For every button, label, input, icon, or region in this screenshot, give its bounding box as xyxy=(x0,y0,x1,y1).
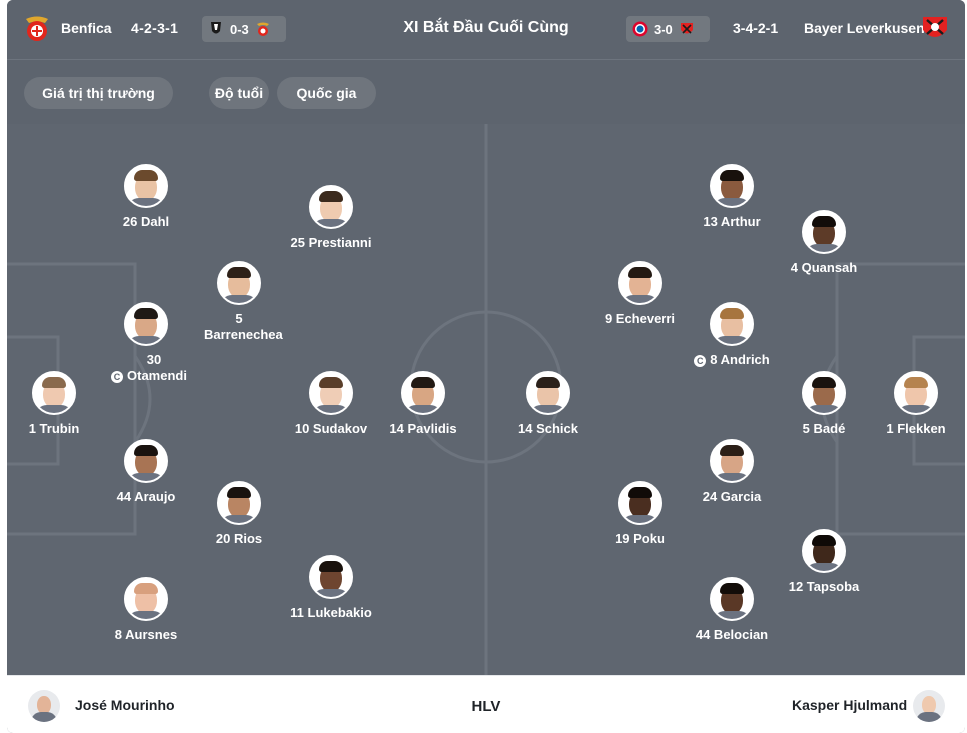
player-away-flekken[interactable]: 1 Flekken xyxy=(861,371,965,437)
player-avatar xyxy=(309,555,353,599)
player-away-belocian[interactable]: 44 Belocian xyxy=(677,577,787,643)
player-avatar xyxy=(710,439,754,483)
filter-market-value-button[interactable]: Giá trị thị trường xyxy=(24,77,173,109)
player-avatar xyxy=(802,371,846,415)
away-last-result[interactable]: 3-0 xyxy=(626,16,710,42)
player-name: 44 Belocian xyxy=(695,627,769,642)
player-avatar xyxy=(309,371,353,415)
player-avatar xyxy=(710,164,754,208)
player-avatar xyxy=(32,371,76,415)
captain-icon: C xyxy=(694,355,707,367)
player-away-quansah[interactable]: 4 Quansah xyxy=(769,210,879,276)
player-avatar xyxy=(526,371,570,415)
player-name: 5 Barrenechea xyxy=(204,311,283,342)
player-home-dahl[interactable]: 26 Dahl xyxy=(91,164,201,230)
leverkusen-crest-icon xyxy=(680,23,693,34)
player-avatar xyxy=(618,481,662,525)
player-name: 14 Pavlidis xyxy=(389,421,457,436)
player-home-lukebakio[interactable]: 11 Lukebakio xyxy=(276,555,386,621)
player-home-aursnes[interactable]: 8 Aursnes xyxy=(91,577,201,643)
player-avatar xyxy=(124,577,168,621)
away-team-name[interactable]: Bayer Leverkusen xyxy=(804,20,925,36)
lineup-header: Benfica 4-2-3-1 0-3 XI Bắt Đầu Cuối Cùng… xyxy=(7,0,965,60)
bayern-crest-icon xyxy=(632,21,648,37)
player-name: 19 Poku xyxy=(615,531,665,546)
player-avatar xyxy=(710,577,754,621)
player-home-pavlidis[interactable]: 14 Pavlidis xyxy=(368,371,478,437)
player-avatar xyxy=(124,302,168,346)
player-away-schick[interactable]: 14 Schick xyxy=(493,371,603,437)
away-formation: 3-4-2-1 xyxy=(733,20,779,36)
player-name: 25 Prestianni xyxy=(290,235,372,250)
pitch: 26 Dahl 25 Prestianni 5 Barrenechea C30 … xyxy=(7,124,965,675)
player-avatar xyxy=(618,261,662,305)
filter-age-button[interactable]: Độ tuổi xyxy=(209,77,269,109)
lineup-card: Benfica 4-2-3-1 0-3 XI Bắt Đầu Cuối Cùng… xyxy=(7,0,965,733)
player-name: 8 Aursnes xyxy=(114,627,178,642)
player-name: 11 Lukebakio xyxy=(290,605,372,620)
player-avatar xyxy=(802,529,846,573)
player-away-poku[interactable]: 19 Poku xyxy=(585,481,695,547)
player-avatar xyxy=(124,439,168,483)
player-avatar xyxy=(894,371,938,415)
leverkusen-crest-icon xyxy=(923,17,947,37)
player-avatar xyxy=(710,302,754,346)
player-name: 20 Rios xyxy=(215,531,263,546)
player-home-prestianni[interactable]: 25 Prestianni xyxy=(276,185,386,251)
player-name: 1 Flekken xyxy=(886,421,946,436)
player-avatar xyxy=(802,210,846,254)
player-home-trubin[interactable]: 1 Trubin xyxy=(7,371,109,437)
away-last-result-score: 3-0 xyxy=(654,21,673,37)
away-coach-name[interactable]: Kasper Hjulmand xyxy=(792,697,907,713)
filter-country-button[interactable]: Quốc gia xyxy=(277,77,376,109)
player-name: 4 Quansah xyxy=(790,260,858,275)
player-home-rios[interactable]: 20 Rios xyxy=(184,481,294,547)
filter-bar: Giá trị thị trường Độ tuổi Quốc gia xyxy=(7,61,965,124)
player-avatar xyxy=(401,371,445,415)
player-away-andrich[interactable]: C8 Andrich xyxy=(677,302,787,368)
player-avatar xyxy=(124,164,168,208)
player-name: C8 Andrich xyxy=(677,352,787,368)
coaches-bar: José Mourinho HLV Kasper Hjulmand xyxy=(7,675,965,733)
player-avatar xyxy=(217,481,261,525)
player-avatar xyxy=(309,185,353,229)
away-coach-avatar[interactable] xyxy=(913,690,945,722)
player-name: 1 Trubin xyxy=(28,421,80,436)
player-name: 14 Schick xyxy=(518,421,578,436)
player-avatar xyxy=(217,261,261,305)
player-name: 26 Dahl xyxy=(122,214,170,229)
